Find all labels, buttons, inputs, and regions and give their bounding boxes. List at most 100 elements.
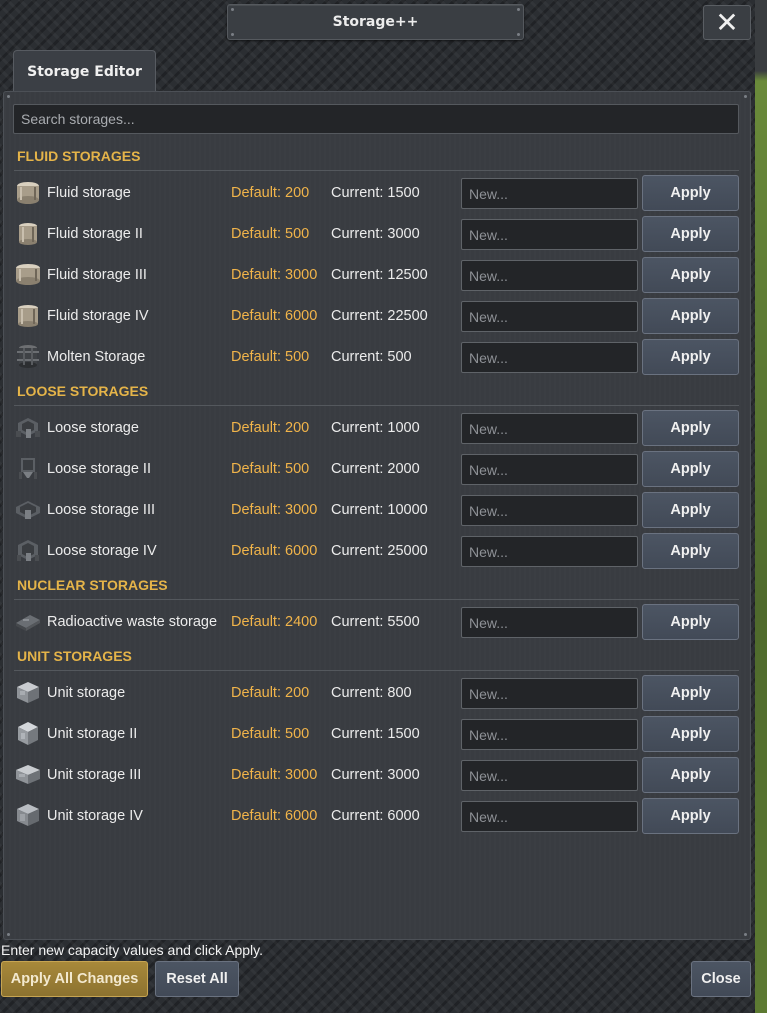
rivet — [744, 933, 747, 936]
current-capacity: Current: 5500 — [331, 614, 420, 630]
default-capacity: Default: 3000 — [231, 767, 318, 783]
apply-button[interactable]: Apply — [642, 175, 739, 211]
section-title: LOOSE STORAGES — [17, 383, 149, 399]
fluid-tank-icon — [16, 264, 40, 285]
unit-crate-icon — [18, 722, 38, 745]
apply-button[interactable]: Apply — [642, 604, 739, 640]
section-divider — [14, 170, 739, 171]
section-divider — [14, 599, 739, 600]
current-capacity: Current: 500 — [331, 349, 412, 365]
storage-name: Unit storage IV — [47, 808, 143, 824]
loose-silo-icon — [16, 418, 40, 438]
unit-crate-icon — [17, 682, 39, 703]
reset-all-button[interactable]: Reset All — [155, 961, 239, 997]
storage-row: Unit storage II Default: 500 Current: 15… — [13, 715, 739, 753]
current-capacity: Current: 10000 — [331, 502, 428, 518]
apply-button[interactable]: Apply — [642, 757, 739, 793]
section-title: NUCLEAR STORAGES — [17, 577, 168, 593]
apply-button[interactable]: Apply — [642, 798, 739, 834]
new-capacity-input[interactable] — [461, 301, 638, 332]
default-capacity: Default: 500 — [231, 226, 310, 242]
window-close-button[interactable]: ✕ — [703, 5, 751, 40]
storage-name: Loose storage II — [47, 461, 151, 477]
section-header-loose: LOOSE STORAGES — [14, 383, 739, 406]
new-capacity-input[interactable] — [461, 678, 638, 709]
new-capacity-input[interactable] — [461, 342, 638, 373]
storage-name: Fluid storage III — [47, 267, 147, 283]
apply-button[interactable]: Apply — [642, 410, 739, 446]
section-title: UNIT STORAGES — [17, 648, 132, 664]
storage-name: Fluid storage — [47, 185, 131, 201]
storage-name: Loose storage — [47, 420, 139, 436]
tab-storage-editor[interactable]: Storage Editor — [13, 50, 156, 92]
storage-name: Fluid storage II — [47, 226, 143, 242]
window-title-plate: Storage++ — [227, 4, 524, 40]
apply-button[interactable]: Apply — [642, 298, 739, 334]
new-capacity-input[interactable] — [461, 260, 638, 291]
new-capacity-input[interactable] — [461, 801, 638, 832]
storage-name: Unit storage — [47, 685, 126, 701]
new-capacity-input[interactable] — [461, 536, 638, 567]
new-capacity-input[interactable] — [461, 719, 638, 750]
current-capacity: Current: 25000 — [331, 543, 428, 559]
rivet — [744, 95, 747, 98]
section-title: FLUID STORAGES — [17, 148, 141, 164]
apply-button[interactable]: Apply — [642, 339, 739, 375]
rivet — [7, 933, 10, 936]
unit-crate-icon — [16, 765, 40, 784]
storage-row: Loose storage II Default: 500 Current: 2… — [13, 450, 739, 488]
fluid-tank-icon — [19, 223, 37, 245]
apply-button[interactable]: Apply — [642, 716, 739, 752]
storage-name: Unit storage II — [47, 726, 138, 742]
section-header-unit: UNIT STORAGES — [14, 648, 739, 671]
current-capacity: Current: 3000 — [331, 767, 420, 783]
rivet — [231, 8, 234, 11]
search-input[interactable] — [13, 104, 739, 134]
apply-button[interactable]: Apply — [642, 257, 739, 293]
current-capacity: Current: 22500 — [331, 308, 428, 324]
current-capacity: Current: 6000 — [331, 808, 420, 824]
apply-button[interactable]: Apply — [642, 533, 739, 569]
apply-button[interactable]: Apply — [642, 675, 739, 711]
apply-all-changes-button[interactable]: Apply All Changes — [1, 961, 148, 997]
storage-name: Fluid storage IV — [47, 308, 149, 324]
new-capacity-input[interactable] — [461, 454, 638, 485]
current-capacity: Current: 1000 — [331, 420, 420, 436]
default-capacity: Default: 2400 — [231, 614, 318, 630]
unit-crate-icon — [17, 804, 39, 826]
current-capacity: Current: 800 — [331, 685, 412, 701]
storage-row: Unit storage IV Default: 6000 Current: 6… — [13, 797, 739, 835]
new-capacity-input[interactable] — [461, 413, 638, 444]
default-capacity: Default: 500 — [231, 726, 310, 742]
footer-hint: Enter new capacity values and click Appl… — [1, 942, 263, 958]
game-world-background — [755, 0, 767, 1013]
window-title: Storage++ — [332, 14, 419, 30]
default-capacity: Default: 6000 — [231, 308, 318, 324]
default-capacity: Default: 200 — [231, 685, 310, 701]
storage-row: Unit storage Default: 200 Current: 800 A… — [13, 674, 739, 712]
current-capacity: Current: 1500 — [331, 726, 420, 742]
storage-row: Fluid storage IV Default: 6000 Current: … — [13, 297, 739, 335]
default-capacity: Default: 3000 — [231, 502, 318, 518]
storage-row: Unit storage III Default: 3000 Current: … — [13, 756, 739, 794]
new-capacity-input[interactable] — [461, 760, 638, 791]
current-capacity: Current: 2000 — [331, 461, 420, 477]
apply-button[interactable]: Apply — [642, 492, 739, 528]
new-capacity-input[interactable] — [461, 178, 638, 209]
new-capacity-input[interactable] — [461, 219, 638, 250]
storage-row: Fluid storage II Default: 500 Current: 3… — [13, 215, 739, 253]
storage-name: Molten Storage — [47, 349, 146, 365]
new-capacity-input[interactable] — [461, 495, 638, 526]
storage-row: Fluid storage III Default: 3000 Current:… — [13, 256, 739, 294]
fluid-tank-icon — [18, 305, 38, 327]
section-header-fluid: FLUID STORAGES — [14, 148, 739, 171]
storage-name: Radioactive waste storage — [47, 614, 218, 630]
section-header-nuclear: NUCLEAR STORAGES — [14, 577, 739, 600]
storage-name: Loose storage III — [47, 502, 156, 518]
apply-button[interactable]: Apply — [642, 451, 739, 487]
new-capacity-input[interactable] — [461, 607, 638, 638]
apply-button[interactable]: Apply — [642, 216, 739, 252]
storage-row: Loose storage Default: 200 Current: 1000… — [13, 409, 739, 447]
close-button[interactable]: Close — [691, 961, 751, 997]
rivet — [231, 33, 234, 36]
